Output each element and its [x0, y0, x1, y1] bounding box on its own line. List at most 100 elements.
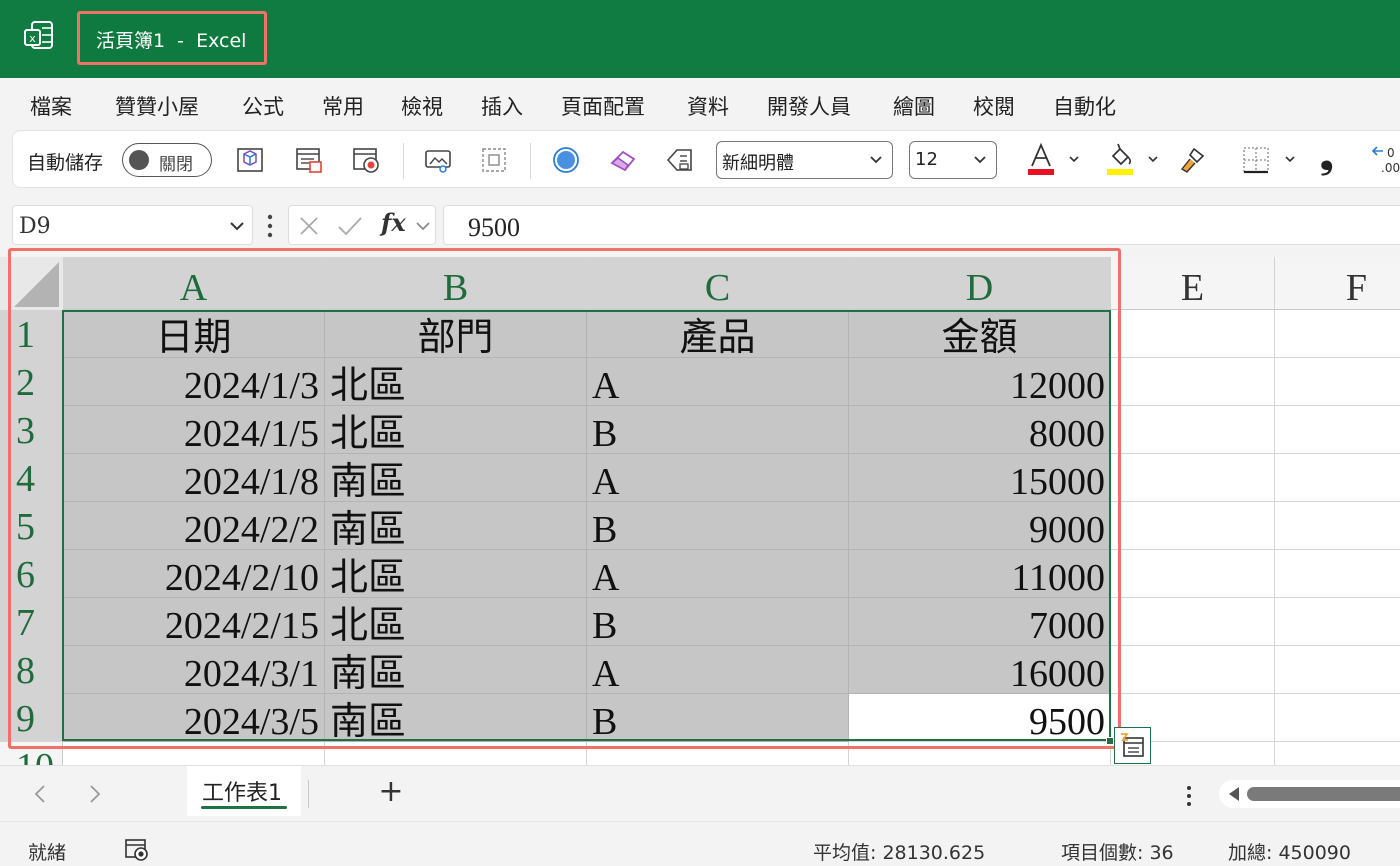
quick-analysis-button[interactable]: [1114, 727, 1151, 764]
cell-d1[interactable]: 金額: [849, 310, 1111, 358]
column-header-c[interactable]: C: [587, 257, 849, 310]
cell-a2[interactable]: 2024/1/3: [63, 358, 325, 406]
cell-d8[interactable]: 16000: [849, 646, 1111, 694]
row-header-5[interactable]: 5: [0, 502, 63, 550]
chevron-down-icon[interactable]: [1284, 153, 1296, 165]
cell-e5[interactable]: [1111, 502, 1275, 550]
row-header-3[interactable]: 3: [0, 406, 63, 454]
row-header-9[interactable]: 9: [0, 694, 63, 742]
font-name-dropdown[interactable]: 新細明體: [716, 141, 893, 179]
cell-f10[interactable]: [1275, 742, 1400, 765]
row-header-4[interactable]: 4: [0, 454, 63, 502]
scrollbar-thumb[interactable]: [1247, 787, 1400, 801]
chevron-down-icon[interactable]: [1068, 153, 1080, 165]
cell-b6[interactable]: 北區: [325, 550, 587, 598]
add-sheet-button[interactable]: +: [378, 777, 404, 807]
cell-a7[interactable]: 2024/2/15: [63, 598, 325, 646]
chevron-down-icon[interactable]: [228, 218, 246, 234]
cell-b2[interactable]: 北區: [325, 358, 587, 406]
cell-a5[interactable]: 2024/2/2: [63, 502, 325, 550]
cell-e4[interactable]: [1111, 454, 1275, 502]
excel-logo-icon[interactable]: x: [24, 20, 54, 52]
macro-record-status-icon[interactable]: [124, 837, 150, 861]
menu-review[interactable]: 校閱: [973, 91, 1015, 121]
comma-style-icon[interactable]: ❟: [1320, 137, 1333, 177]
select-objects-icon[interactable]: [479, 145, 509, 175]
eraser-icon[interactable]: [608, 145, 638, 175]
cancel-icon[interactable]: [298, 215, 320, 237]
menu-draw[interactable]: 繪圖: [893, 91, 935, 121]
cell-c5[interactable]: B: [587, 502, 849, 550]
chevron-down-icon[interactable]: [1147, 153, 1159, 165]
cell-a9[interactable]: 2024/3/5: [63, 694, 325, 742]
cell-c3[interactable]: B: [587, 406, 849, 454]
menu-custom[interactable]: 贊贊小屋: [115, 91, 199, 121]
sheet-tab-1[interactable]: 工作表1: [187, 766, 301, 816]
borders-icon[interactable]: [1241, 145, 1271, 175]
cell-e1[interactable]: [1111, 310, 1275, 358]
row-header-1[interactable]: 1: [0, 310, 63, 358]
formula-input[interactable]: 9500: [443, 205, 1400, 245]
select-all-corner[interactable]: [0, 257, 63, 310]
cell-e7[interactable]: [1111, 598, 1275, 646]
cell-a4[interactable]: 2024/1/8: [63, 454, 325, 502]
cell-e3[interactable]: [1111, 406, 1275, 454]
cell-e8[interactable]: [1111, 646, 1275, 694]
menu-file[interactable]: 檔案: [30, 91, 72, 121]
font-size-dropdown[interactable]: 12: [909, 141, 997, 179]
cell-d5[interactable]: 9000: [849, 502, 1111, 550]
cell-d9-active[interactable]: 9500: [849, 694, 1111, 742]
cell-f8[interactable]: [1275, 646, 1400, 694]
column-header-a[interactable]: A: [63, 257, 325, 310]
cell-b3[interactable]: 北區: [325, 406, 587, 454]
chevron-right-icon[interactable]: [87, 784, 103, 804]
menu-page-layout[interactable]: 頁面配置: [561, 91, 645, 121]
scroll-left-icon[interactable]: [1227, 786, 1241, 802]
cell-c6[interactable]: A: [587, 550, 849, 598]
menu-view[interactable]: 檢視: [401, 91, 443, 121]
cell-d10[interactable]: [849, 742, 1111, 765]
chevron-down-icon[interactable]: [415, 219, 431, 233]
cell-a10[interactable]: [63, 742, 325, 765]
highlight-color-icon[interactable]: [1105, 142, 1135, 176]
cell-e6[interactable]: [1111, 550, 1275, 598]
cell-b5[interactable]: 南區: [325, 502, 587, 550]
enter-check-icon[interactable]: [337, 215, 363, 237]
cell-b9[interactable]: 南區: [325, 694, 587, 742]
cell-f3[interactable]: [1275, 406, 1400, 454]
cell-d7[interactable]: 7000: [849, 598, 1111, 646]
row-header-10[interactable]: 10: [0, 742, 63, 765]
format-painter-icon[interactable]: [1178, 145, 1208, 175]
cell-c8[interactable]: A: [587, 646, 849, 694]
cell-b10[interactable]: [325, 742, 587, 765]
menu-formulas[interactable]: 公式: [242, 91, 284, 121]
cell-c7[interactable]: B: [587, 598, 849, 646]
cell-d2[interactable]: 12000: [849, 358, 1111, 406]
clear-format-icon[interactable]: [665, 145, 695, 175]
3d-cube-icon[interactable]: [235, 145, 265, 175]
cell-f6[interactable]: [1275, 550, 1400, 598]
column-header-d[interactable]: D: [849, 257, 1111, 310]
cell-c10[interactable]: [587, 742, 849, 765]
font-color-icon[interactable]: [1026, 142, 1056, 176]
sheet-print-icon[interactable]: [294, 145, 324, 175]
cell-d6[interactable]: 11000: [849, 550, 1111, 598]
cell-b4[interactable]: 南區: [325, 454, 587, 502]
column-header-e[interactable]: E: [1111, 257, 1275, 310]
cell-a8[interactable]: 2024/3/1: [63, 646, 325, 694]
row-header-8[interactable]: 8: [0, 646, 63, 694]
autosave-toggle[interactable]: 關閉: [122, 143, 212, 177]
cell-f9[interactable]: [1275, 694, 1400, 742]
chevron-left-icon[interactable]: [32, 784, 48, 804]
fill-handle[interactable]: [1106, 737, 1114, 745]
screen-capture-icon[interactable]: [423, 145, 453, 175]
cell-b7[interactable]: 北區: [325, 598, 587, 646]
cell-b1[interactable]: 部門: [325, 310, 587, 358]
cell-a3[interactable]: 2024/1/5: [63, 406, 325, 454]
cell-c1[interactable]: 產品: [587, 310, 849, 358]
cell-a6[interactable]: 2024/2/10: [63, 550, 325, 598]
horizontal-scrollbar[interactable]: [1219, 780, 1400, 808]
cell-f4[interactable]: [1275, 454, 1400, 502]
increase-decimal-icon[interactable]: 0 .00: [1369, 145, 1400, 175]
menu-home[interactable]: 常用: [322, 91, 364, 121]
